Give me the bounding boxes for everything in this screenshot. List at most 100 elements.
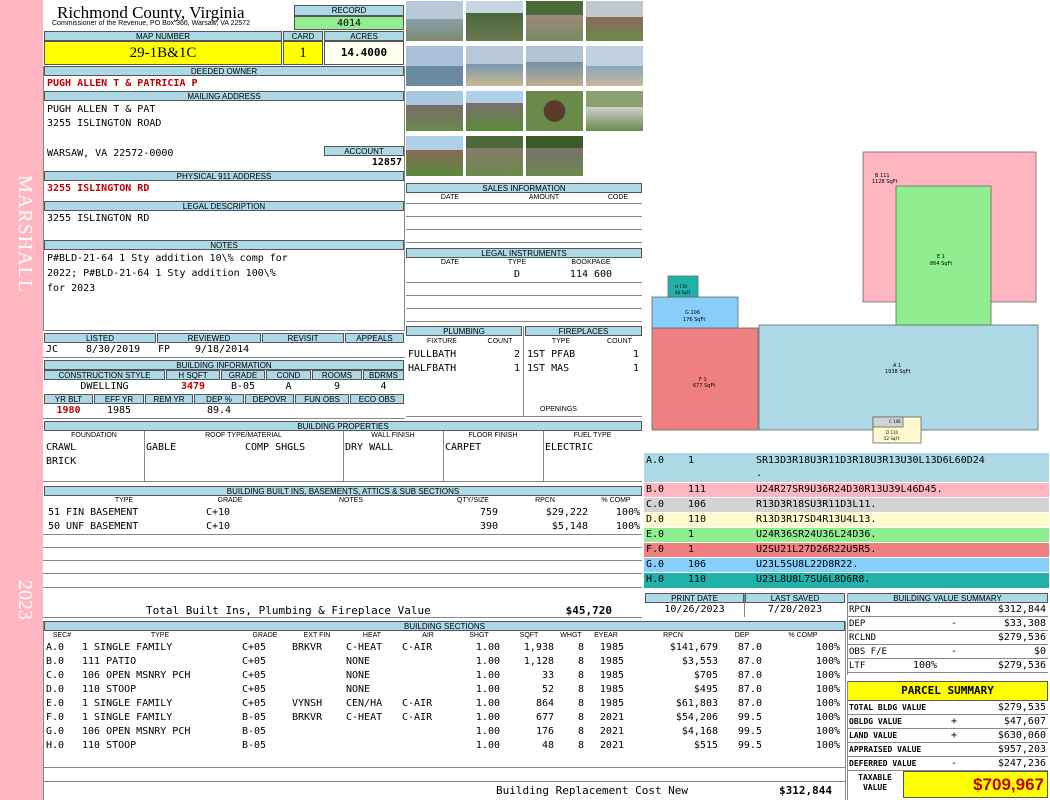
- sketch-label: C 106: [889, 419, 901, 424]
- deeded-owner-label: DEEDED OWNER: [44, 66, 404, 76]
- section-cell: B-05: [242, 740, 267, 751]
- plumb-count: 1: [513, 363, 520, 374]
- photo-thumbnail[interactable]: [525, 90, 584, 132]
- section-cell: B-05: [242, 726, 267, 737]
- fire-type: 1ST PFAB: [527, 349, 576, 360]
- sketch-type: 111: [688, 484, 707, 495]
- sections-col: HEAT: [362, 632, 382, 639]
- sections-header: SEC# TYPE GRADE EXT FIN HEAT AIR SHGT SQFT WHGT E…: [44, 631, 845, 641]
- section-cell: 864: [535, 698, 554, 709]
- photo-thumbnail[interactable]: [405, 90, 464, 132]
- bin-col: TYPE: [114, 497, 134, 504]
- sales-col: AMOUNT: [528, 194, 560, 201]
- section-cell: 111 PATIO: [82, 656, 137, 667]
- photo-thumbnail[interactable]: [525, 0, 584, 42]
- vs-row: DEP - $33,308: [847, 617, 1048, 631]
- section-cell: G.0: [46, 726, 65, 737]
- mail-city: WARSAW, VA 22572-0000: [47, 148, 174, 159]
- bi2-col: EFF YR: [94, 394, 144, 404]
- commissioner: Commissioner of the Revenue, PO Box 366,…: [52, 20, 251, 27]
- sections-col: SEC#: [52, 632, 72, 639]
- section-cell: C-HEAT: [346, 712, 383, 723]
- section-row: F.0 1 SINGLE FAMILY B-05 BRKVR C-HEAT C-AIR 1.…: [44, 711, 845, 725]
- section-cell: 52: [541, 684, 554, 695]
- sketch-label: G 106: [685, 310, 700, 316]
- section-cell: $515: [693, 740, 718, 751]
- sketch-code: SR13D3R18U3R11D3R18U3R13U30L13D6L60D24: [756, 455, 985, 466]
- sketch-label: 176 SqFt: [683, 317, 705, 323]
- fire-count: 1: [632, 349, 639, 360]
- section-cell: 8: [577, 670, 584, 681]
- ps-label: TOTAL BLDG VALUE: [849, 703, 927, 712]
- sections-col: GRADE: [252, 632, 278, 639]
- revisit-label: REVISIT: [262, 333, 344, 343]
- photo-thumbnail[interactable]: [465, 135, 524, 177]
- sketch-type: 106: [688, 559, 707, 570]
- sketch-label: 1128 SqFt: [872, 179, 898, 185]
- value-summary-label: BUILDING VALUE SUMMARY: [847, 593, 1048, 603]
- photo-thumbnail[interactable]: [465, 45, 524, 87]
- legal-desc-label: LEGAL DESCRIPTION: [44, 201, 404, 211]
- card-label: CARD: [283, 31, 323, 41]
- photo-thumbnail[interactable]: [405, 135, 464, 177]
- account-label: ACCOUNT: [324, 146, 404, 156]
- photo-thumbnail[interactable]: [585, 45, 644, 87]
- section-cell: 1985: [599, 642, 624, 653]
- photo-thumbnail[interactable]: [585, 0, 644, 42]
- photo-thumbnail[interactable]: [525, 135, 584, 177]
- vs-label: RPCN: [849, 605, 871, 615]
- section-cell: 100%: [815, 670, 840, 681]
- reviewed-by: FP: [158, 344, 171, 355]
- li-col: TYPE: [507, 259, 527, 266]
- section-cell: C-HEAT: [346, 642, 383, 653]
- section-cell: C+05: [242, 656, 267, 667]
- photo-thumbnail[interactable]: [585, 90, 644, 132]
- photo-thumbnail[interactable]: [405, 45, 464, 87]
- floor-plan-sketch: B 111 1128 SqFt E 1 864 SqFt A 1 1938 Sq…: [651, 151, 1039, 444]
- sales-col: CODE: [607, 194, 629, 201]
- fire-col: TYPE: [551, 338, 571, 345]
- section-cell: 100%: [815, 712, 840, 723]
- photo-thumbnail[interactable]: [465, 90, 524, 132]
- openings-label: OPENINGS: [540, 406, 577, 413]
- fire-count: 1: [632, 363, 639, 374]
- section-cell: 2021: [599, 712, 624, 723]
- sketch-code-row: B.0 111 U24R27SR9U36R24D30R13U39L46D45.: [644, 483, 1049, 498]
- listed-label: LISTED: [44, 333, 156, 343]
- photo-thumbnail[interactable]: [405, 0, 464, 42]
- photo-thumbnail[interactable]: [525, 45, 584, 87]
- section-cell: 100%: [815, 726, 840, 737]
- plumb-col: COUNT: [487, 338, 513, 345]
- sketch-type: 106: [688, 499, 707, 510]
- bin-comp: 100%: [615, 521, 640, 532]
- mail-street: 3255 ISLINGTON ROAD: [47, 118, 162, 129]
- mailing-label: MAILING ADDRESS: [44, 91, 404, 101]
- vs-row: RPCN $312,844: [847, 603, 1048, 617]
- sections-col: RPCN: [663, 632, 683, 639]
- section-cell: 1 SINGLE FAMILY: [82, 712, 173, 723]
- notes-line: 2022; P#BLD-21-64 1 Sty addition 100\%: [47, 268, 276, 279]
- sales-label: SALES INFORMATION: [406, 183, 642, 193]
- grade: B-05: [230, 381, 256, 392]
- ps-label: DEFERRED VALUE: [849, 759, 917, 768]
- plumb-fixture: HALFBATH: [408, 363, 457, 374]
- last-saved: 7/20/2023: [767, 604, 823, 615]
- section-cell: C-AIR: [402, 712, 433, 723]
- li-col: BOOKPAGE: [571, 259, 611, 266]
- sketch-code-row: F.0 1 U2SU21L27D26R22U5R5.: [644, 543, 1049, 558]
- section-cell: 1.00: [475, 712, 500, 723]
- condition: A: [285, 381, 292, 392]
- sketch-code: U24R36SR24U36L24D36.: [756, 529, 877, 540]
- prop-col: ROOF TYPE/MATERIAL: [205, 432, 282, 439]
- section-cell: 2021: [599, 740, 624, 751]
- vs-label: DEP: [849, 619, 866, 629]
- section-cell: 100%: [815, 740, 840, 751]
- photo-thumbnail[interactable]: [465, 0, 524, 42]
- sketch-code-row: A.0 1 SR13D3R18U3R11D3R18U3R13U30L13D6L6…: [644, 453, 1049, 483]
- section-cell: 1.00: [475, 670, 500, 681]
- heated-sqft: 3479: [180, 381, 206, 392]
- section-cell: 1.00: [475, 642, 500, 653]
- sketch-code: U23L8U8L7SU6L8D6R8.: [756, 574, 871, 585]
- bin-qty: 759: [479, 507, 498, 518]
- section-row: G.0 106 OPEN MSNRY PCH B-05 1.00 176 8 2021 $4,…: [44, 725, 845, 739]
